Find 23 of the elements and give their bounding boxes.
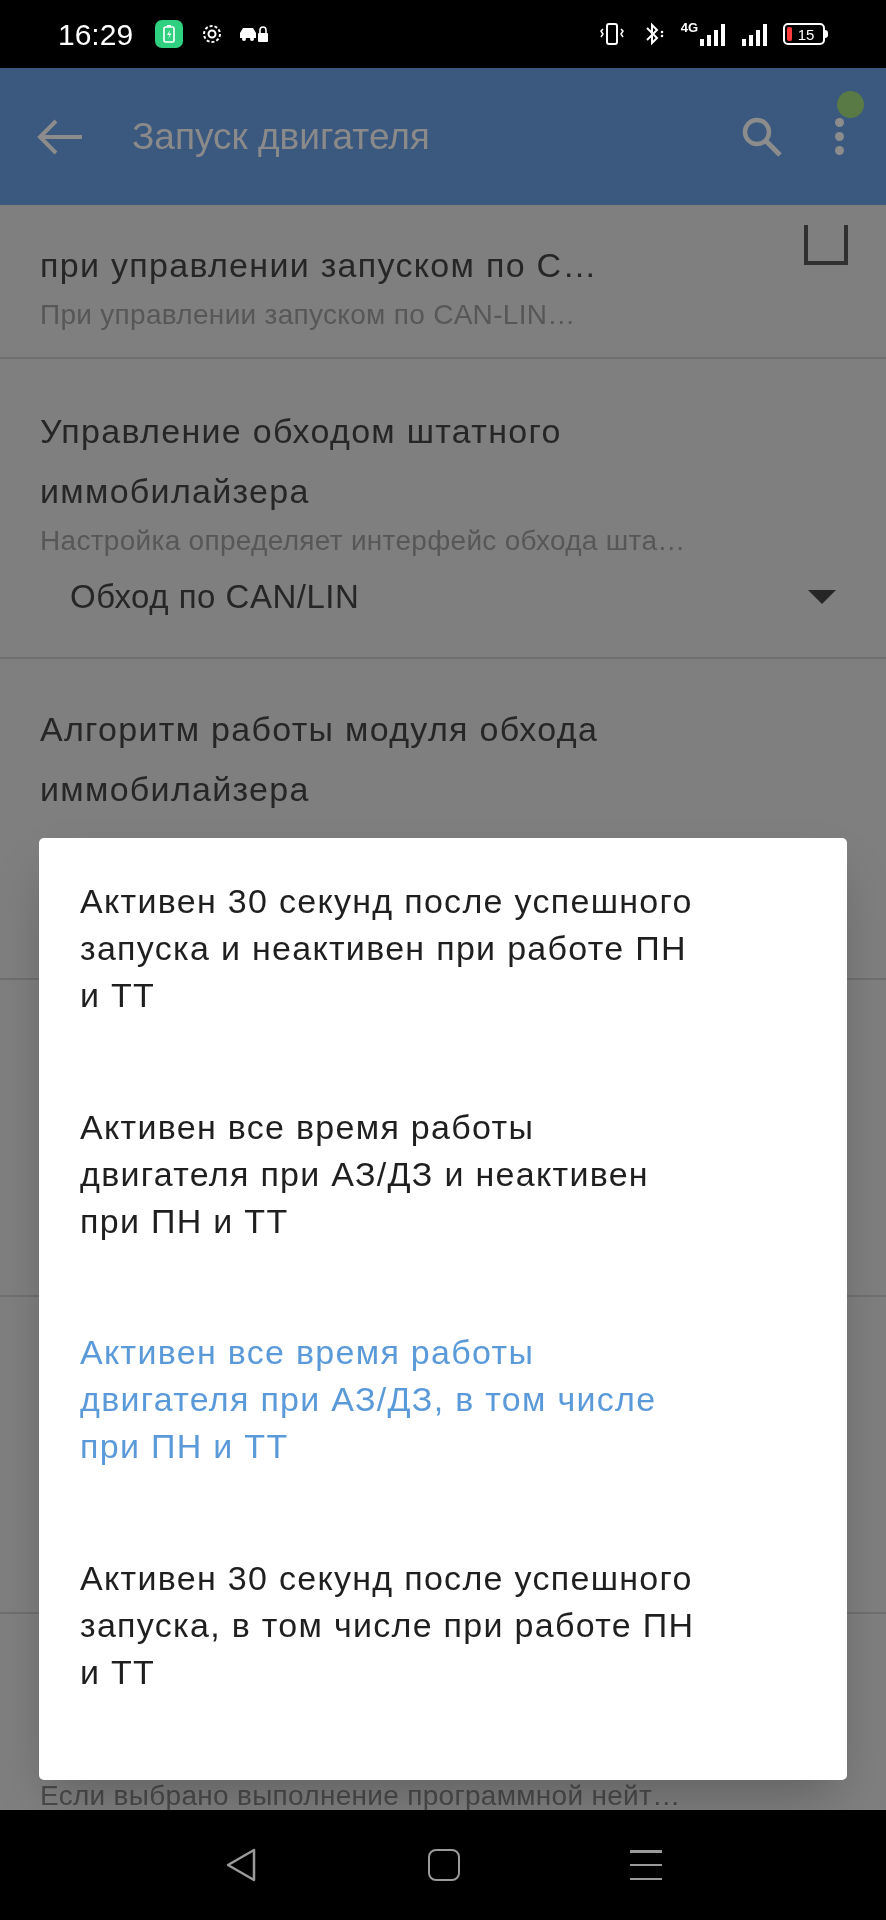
back-nav-button[interactable] (224, 1847, 258, 1883)
setting-title: при управлении запуском по С… (40, 245, 599, 286)
caret-icon (808, 590, 836, 604)
dialog-option[interactable]: Активен все время работы двигателя при АЗ/ДЗ и неактивен при ПН и ТТ (39, 1103, 847, 1329)
car-lock-icon (239, 24, 270, 44)
dialog-option[interactable]: Активен 30 секунд после успешного запуска, в том числе при работе ПН и ТТ (39, 1554, 847, 1780)
dialog-option[interactable]: Активен 30 секунд после успешного запуска и неактивен при работе ПН и ТТ (39, 878, 847, 1104)
network-type: 4G (680, 19, 698, 38)
battery-saver-icon (155, 20, 184, 48)
battery-level: 15 (796, 26, 815, 42)
more-button[interactable] (834, 118, 844, 155)
battery-fill (787, 27, 792, 41)
home-nav-button[interactable] (428, 1849, 460, 1881)
vibrate-icon (598, 21, 625, 47)
signal-icon (699, 21, 727, 47)
menu-nav-button[interactable] (630, 1850, 662, 1880)
app-bar-title: Запуск двигателя (132, 114, 431, 159)
setting-title: Управление обходом штатного иммобилайзера (40, 411, 563, 512)
signal-icon (741, 21, 769, 47)
dropdown[interactable]: Обход по CAN/LIN (70, 567, 836, 627)
clock: 16:29 (58, 16, 134, 53)
setting-title: Алгоритм работы модуля обхода иммобилайзера (40, 709, 600, 810)
checkbox[interactable] (804, 225, 848, 265)
